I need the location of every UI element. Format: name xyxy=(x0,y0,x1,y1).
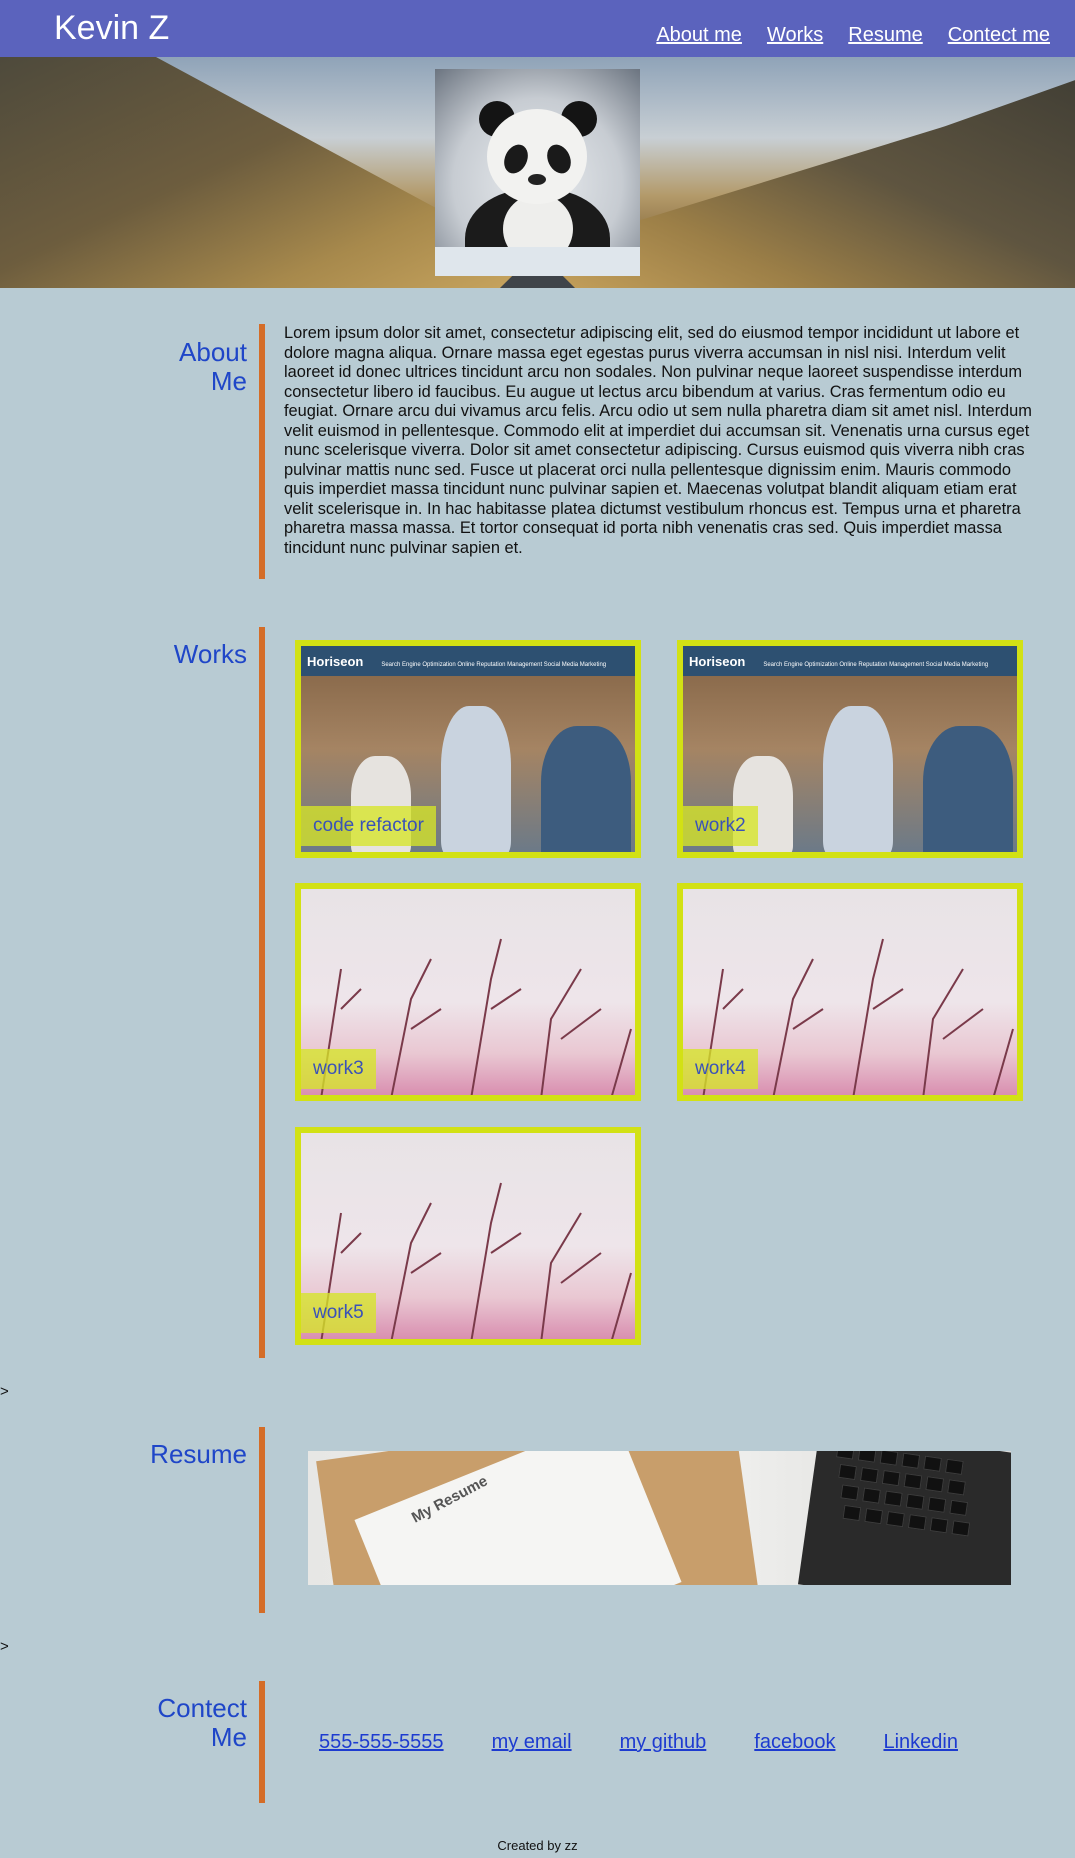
resume-title: Resume xyxy=(150,1439,247,1469)
contact-phone-link[interactable]: 555-555-5555 xyxy=(319,1731,444,1754)
contact-email-link[interactable]: my email xyxy=(492,1731,572,1754)
work-card-work4[interactable]: work4 xyxy=(677,883,1023,1101)
nav-resume[interactable]: Resume xyxy=(848,24,922,47)
about-accent-bar xyxy=(259,324,265,579)
nav-about-me[interactable]: About me xyxy=(656,24,742,47)
contact-links: 555-555-5555 my email my github facebook… xyxy=(319,1731,958,1754)
work-label: code refactor xyxy=(301,806,436,846)
profile-photo-panda xyxy=(435,69,640,276)
site-brand: Kevin Z xyxy=(54,9,170,47)
footer: Created by zz xyxy=(497,1838,578,1853)
works-title: Works xyxy=(173,639,247,669)
work-card-work3[interactable]: work3 xyxy=(295,883,641,1101)
contact-accent-bar xyxy=(259,1681,265,1803)
work-card-work2[interactable]: Horiseon Search Engine Optimization Onlin… xyxy=(677,640,1023,858)
works-accent-bar xyxy=(259,627,265,1358)
work-label: work2 xyxy=(683,806,758,846)
work-card-code-refactor[interactable]: Horiseon Search Engine Optimization Onlin… xyxy=(295,640,641,858)
contact-linkedin-link[interactable]: Linkedin xyxy=(883,1731,958,1754)
separator-caret: > xyxy=(0,1383,9,1400)
work-label: work5 xyxy=(301,1293,376,1333)
contact-github-link[interactable]: my github xyxy=(620,1731,707,1754)
site-header: Kevin Z About me Works Resume Contect me xyxy=(0,0,1075,57)
main-nav: About me Works Resume Contect me xyxy=(656,24,1050,47)
work-label: work4 xyxy=(683,1049,758,1089)
resume-image[interactable]: My Resume xyxy=(308,1451,1011,1585)
work-card-work5[interactable]: work5 xyxy=(295,1127,641,1345)
resume-accent-bar xyxy=(259,1427,265,1613)
about-title: About Me xyxy=(179,337,247,396)
contact-title: Contect Me xyxy=(157,1693,247,1752)
about-text: Lorem ipsum dolor sit amet, consectetur … xyxy=(284,324,1032,557)
keyboard-image xyxy=(797,1451,1011,1585)
work-label: work3 xyxy=(301,1049,376,1089)
nav-works[interactable]: Works xyxy=(767,24,823,47)
separator-caret: > xyxy=(0,1638,9,1655)
contact-facebook-link[interactable]: facebook xyxy=(754,1731,835,1754)
nav-contact-me[interactable]: Contect me xyxy=(948,24,1050,47)
